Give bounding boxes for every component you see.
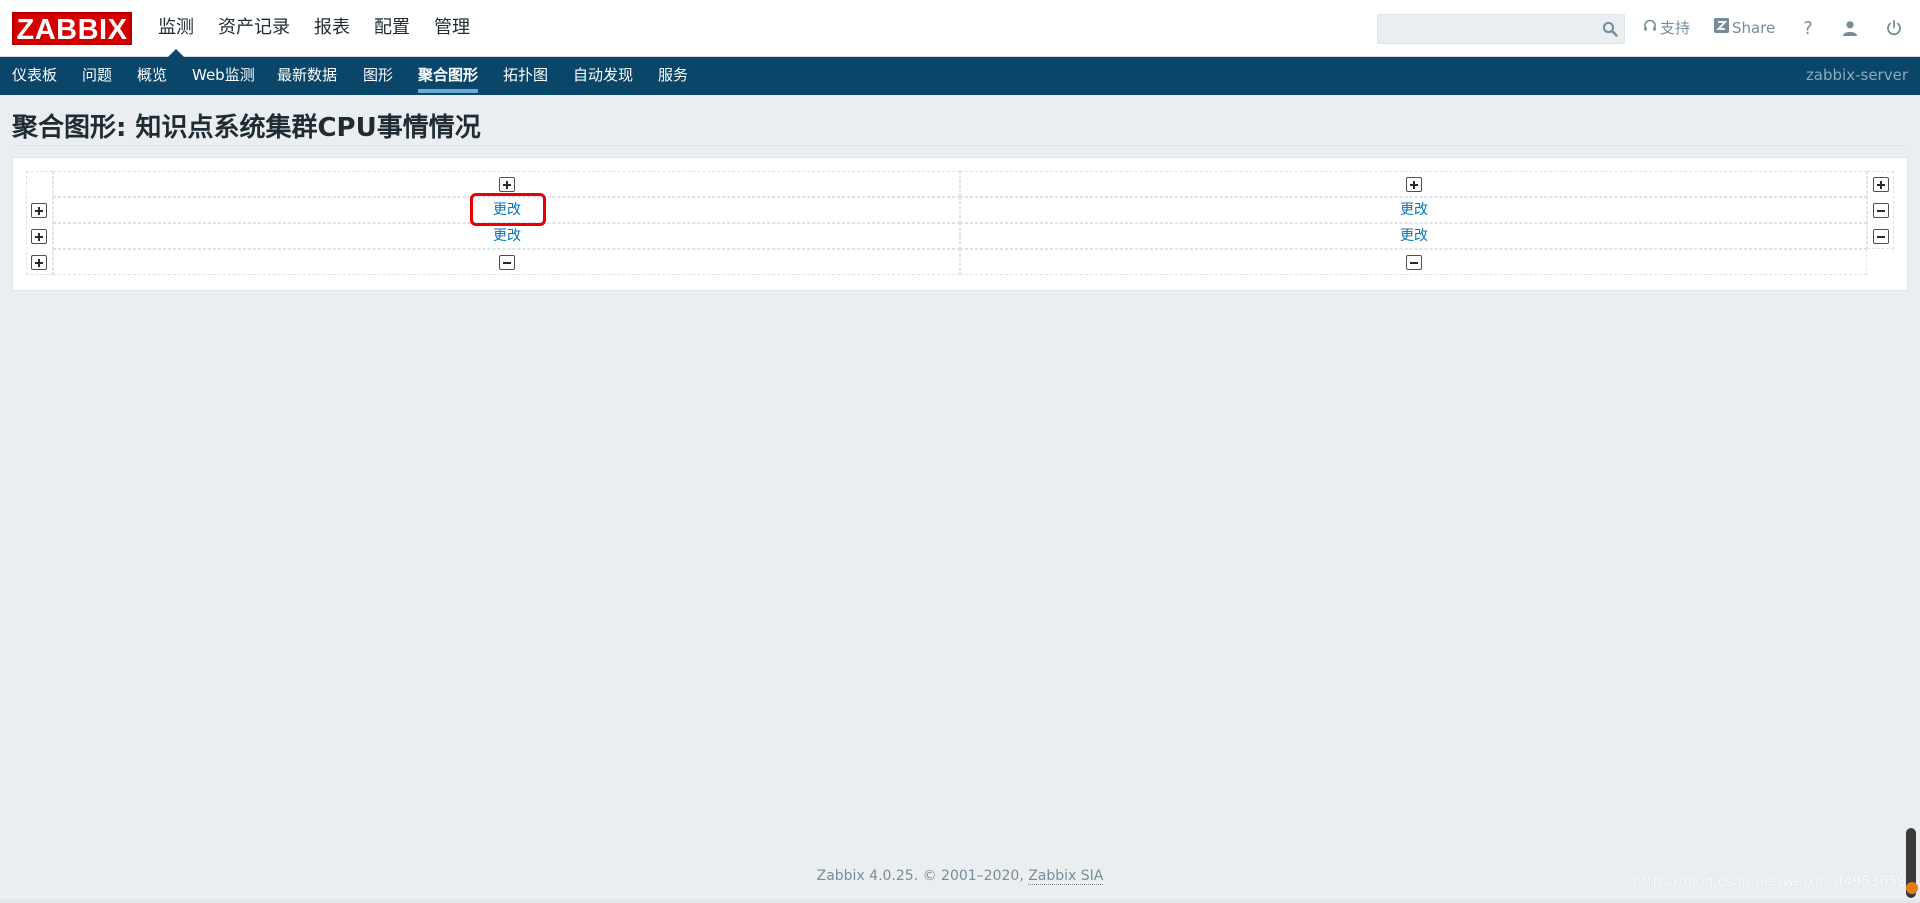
main-nav-administration[interactable]: 管理 [422,0,482,57]
main-nav-monitoring[interactable]: 监测 [146,0,206,58]
support-label: 支持 [1660,19,1691,37]
subnav-services[interactable]: 服务 [658,57,688,95]
add-row-before-2-button[interactable] [31,229,47,244]
help-icon[interactable]: ? [1796,15,1820,41]
bottom-strip [0,899,1920,903]
zabbix-share-icon [1714,17,1732,39]
main-nav-inventory[interactable]: 资产记录 [206,0,302,57]
subnav-discovery[interactable]: 自动发现 [573,57,633,95]
subnav-latest-data[interactable]: 最新数据 [277,57,337,95]
power-logout-icon[interactable] [1882,15,1906,41]
change-link-r1-c1[interactable]: 更改 [493,201,521,219]
search-box [1377,14,1625,44]
user-profile-icon[interactable] [1838,15,1862,41]
change-link-r2-c1[interactable]: 更改 [493,227,521,245]
search-icon[interactable] [1602,21,1618,37]
add-row-before-1-button[interactable] [31,203,47,218]
subnav-screens[interactable]: 聚合图形 [418,57,479,95]
remove-row-2-button[interactable] [1873,229,1889,244]
zabbix-logo[interactable]: ZABBIX [12,12,132,46]
share-link[interactable]: Share [1714,17,1775,39]
screen-editor-panel: 更改 更改 更改 更改 [12,157,1908,291]
add-row-end-button[interactable] [31,255,47,270]
change-link-r2-c2[interactable]: 更改 [1400,227,1428,245]
change-link-r1-c2[interactable]: 更改 [1400,201,1428,219]
remove-column-1-button[interactable] [499,255,515,270]
remove-column-2-button[interactable] [1406,255,1422,270]
main-nav-reports[interactable]: 报表 [302,0,362,57]
subnav-overview[interactable]: 概览 [137,57,167,95]
remove-row-1-button[interactable] [1873,203,1889,218]
search-input[interactable] [1378,15,1588,43]
sub-nav: 仪表板 问题 概览 Web监测 最新数据 图形 聚合图形 拓扑图 自动发现 服务… [0,57,1920,95]
top-header: ZABBIX 监测 资产记录 报表 配置 管理 支持 Share ? [0,0,1920,58]
footer-zabbix-sia-link[interactable]: Zabbix SIA [1028,868,1104,885]
share-label: Share [1732,19,1776,37]
footer-copyright: Zabbix 4.0.25. © 2001–2020, [816,868,1024,884]
add-column-before-2-button[interactable] [1406,177,1422,192]
subnav-graphs[interactable]: 图形 [363,57,393,95]
page-title: 聚合图形: 知识点系统集群CPU事情情况 [12,113,481,143]
csdn-watermark: https://blog.csdn.net/weixin_44953658 [1632,874,1906,890]
title-divider [12,145,1908,146]
subnav-maps[interactable]: 拓扑图 [503,57,548,95]
server-name: zabbix-server [1805,66,1908,84]
main-nav: 监测 资产记录 报表 配置 管理 [146,0,482,58]
add-column-end-button[interactable] [1873,177,1889,192]
subnav-problems[interactable]: 问题 [82,57,112,95]
scroll-indicator [1906,882,1918,894]
support-link[interactable]: 支持 [1643,17,1690,39]
subnav-dashboard[interactable]: 仪表板 [12,57,57,95]
add-column-before-1-button[interactable] [499,177,515,192]
headset-icon [1643,17,1660,39]
subnav-web-monitoring[interactable]: Web监测 [192,57,255,95]
screen-editor-grid: 更改 更改 更改 更改 [26,171,1894,275]
main-nav-configuration[interactable]: 配置 [362,0,422,57]
